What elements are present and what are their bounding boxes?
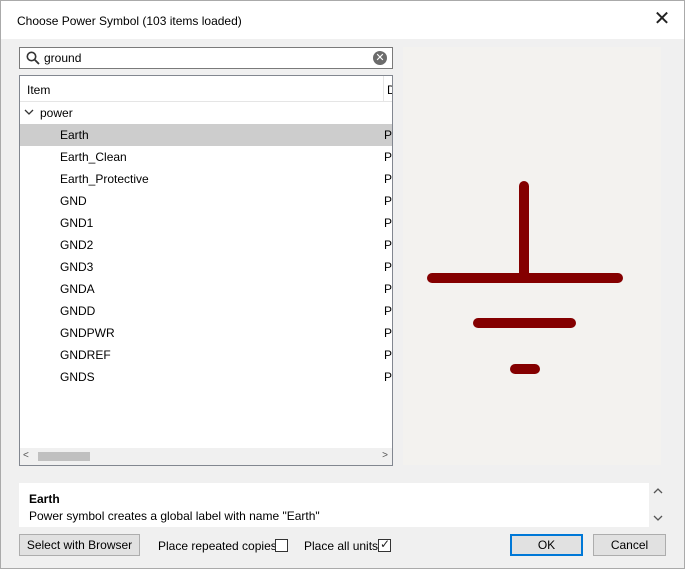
place-repeated-copies-checkbox[interactable]: Place repeated copies xyxy=(158,538,291,554)
tree-row[interactable]: GNDREF P xyxy=(20,344,392,366)
scroll-down-icon[interactable] xyxy=(653,513,663,525)
earth-ground-symbol xyxy=(427,181,623,374)
close-icon: ✕ xyxy=(653,8,671,30)
tree-row[interactable]: GND2 P xyxy=(20,234,392,256)
title-bar: Choose Power Symbol (103 items loaded) ✕ xyxy=(1,1,684,39)
column-divider[interactable] xyxy=(383,76,384,102)
search-box: ✕ xyxy=(19,47,393,69)
tree-row-description: P xyxy=(384,216,393,230)
checkmark-icon: ✓ xyxy=(380,537,391,551)
tree-group-label: power xyxy=(40,106,73,120)
tree-row[interactable]: GNDS P xyxy=(20,366,392,388)
tree-row-description: P xyxy=(384,194,393,208)
tree-row[interactable]: GND P xyxy=(20,190,392,212)
choose-power-symbol-dialog: Choose Power Symbol (103 items loaded) ✕… xyxy=(0,0,685,569)
tree-row-label: GND2 xyxy=(60,238,94,252)
place-repeated-copies-box[interactable] xyxy=(275,539,288,552)
symbol-tree[interactable]: Item D power EarthPEarth_CleanPEarth_Pro… xyxy=(19,75,393,466)
tree-row[interactable]: GND1 P xyxy=(20,212,392,234)
place-all-units-box[interactable]: ✓ xyxy=(378,537,391,552)
chevron-down-icon[interactable] xyxy=(24,106,34,118)
tree-row-label: GND1 xyxy=(60,216,94,230)
tree-row-description: P xyxy=(384,172,393,186)
tree-row-description: P xyxy=(384,326,393,340)
tree-group-power[interactable]: power xyxy=(20,102,392,124)
scroll-up-icon[interactable] xyxy=(653,486,663,498)
tree-row-description: P xyxy=(384,370,393,384)
horizontal-scrollbar[interactable]: < > xyxy=(20,448,392,465)
tree-row-label: GNDA xyxy=(60,282,95,296)
tree-row-label: Earth xyxy=(60,128,89,142)
tree-row[interactable]: Earth P xyxy=(20,124,392,146)
tree-row-description: P xyxy=(384,238,393,252)
ok-button[interactable]: OK xyxy=(510,534,583,556)
column-header-description[interactable]: D xyxy=(387,83,392,97)
search-input[interactable] xyxy=(44,50,364,66)
tree-row-description: P xyxy=(384,282,393,296)
close-button[interactable]: ✕ xyxy=(652,8,672,30)
place-repeated-copies-label: Place repeated copies xyxy=(158,539,277,553)
tree-row-label: GND xyxy=(60,194,87,208)
tree-row-label: GNDPWR xyxy=(60,326,115,340)
tree-row-label: GNDD xyxy=(60,304,96,318)
tree-row-label: GNDS xyxy=(60,370,95,384)
tree-row-description: P xyxy=(384,128,393,142)
description-title: Earth xyxy=(29,492,60,506)
tree-row[interactable]: Earth_Protective P xyxy=(20,168,392,190)
scroll-left-icon[interactable]: < xyxy=(23,450,29,461)
tree-row-description: P xyxy=(384,348,393,362)
place-all-units-checkbox[interactable]: Place all units ✓ xyxy=(304,537,394,554)
select-with-browser-button[interactable]: Select with Browser xyxy=(19,534,140,556)
tree-row-description: P xyxy=(384,260,393,274)
clear-search-icon[interactable]: ✕ xyxy=(373,51,387,65)
place-all-units-label: Place all units xyxy=(304,539,379,553)
tree-row-label: Earth_Protective xyxy=(60,172,149,186)
tree-row[interactable]: Earth_Clean P xyxy=(20,146,392,168)
tree-row-label: GNDREF xyxy=(60,348,111,362)
scrollbar-thumb[interactable] xyxy=(38,452,90,461)
search-icon xyxy=(26,51,40,65)
tree-row-description: P xyxy=(384,150,393,164)
cancel-button[interactable]: Cancel xyxy=(593,534,666,556)
scroll-right-icon[interactable]: > xyxy=(382,450,388,461)
tree-row[interactable]: GNDA P xyxy=(20,278,392,300)
column-header-item[interactable]: Item xyxy=(27,83,50,97)
description-panel: Earth Power symbol creates a global labe… xyxy=(19,483,649,527)
window-title: Choose Power Symbol (103 items loaded) xyxy=(17,14,242,28)
tree-row[interactable]: GNDD P xyxy=(20,300,392,322)
description-text: Power symbol creates a global label with… xyxy=(29,509,320,523)
tree-row-description: P xyxy=(384,304,393,318)
tree-row[interactable]: GND3 P xyxy=(20,256,392,278)
tree-row[interactable]: GNDPWR P xyxy=(20,322,392,344)
tree-header: Item D xyxy=(20,76,392,102)
tree-row-label: GND3 xyxy=(60,260,94,274)
symbol-preview xyxy=(403,47,661,465)
tree-row-label: Earth_Clean xyxy=(60,150,127,164)
